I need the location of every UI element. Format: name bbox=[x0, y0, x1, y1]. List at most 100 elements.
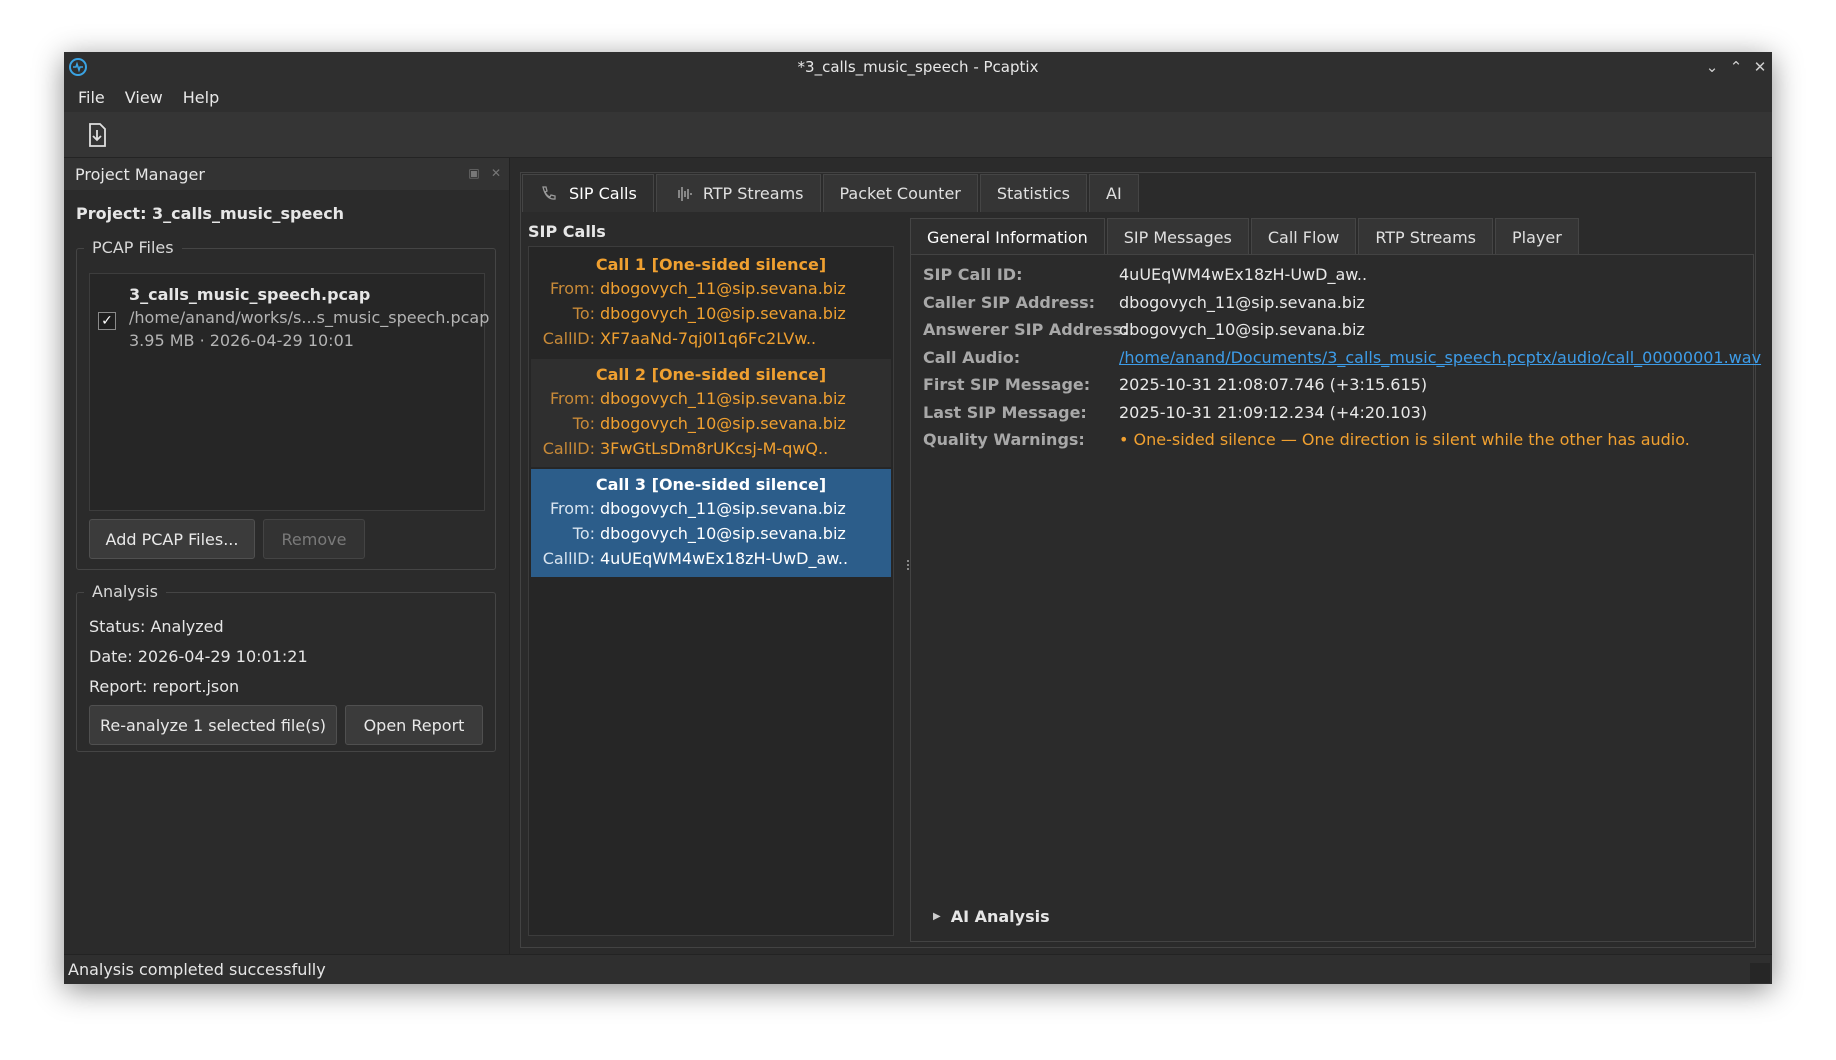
pcap-file-meta: 3.95 MB · 2026-04-29 10:01 bbox=[129, 331, 354, 350]
pcap-file-path: /home/anand/works/s...s_music_speech.pca… bbox=[129, 308, 490, 327]
first-sip-message-label: First SIP Message: bbox=[923, 375, 1091, 394]
menu-bar: File View Help bbox=[64, 82, 1772, 112]
pcap-file-list[interactable]: ✓ 3_calls_music_speech.pcap /home/anand/… bbox=[89, 273, 489, 511]
sip-call-id-value: 4uUEqWM4wEx18zH-UwD_aw.. bbox=[1119, 265, 1368, 284]
waveform-icon bbox=[678, 186, 692, 201]
tab-detail-rtp-streams[interactable]: RTP Streams bbox=[1358, 218, 1494, 256]
close-icon[interactable]: ✕ bbox=[1752, 56, 1768, 78]
call-from-label: From: bbox=[549, 279, 595, 298]
call-to: dbogovych_10@sip.sevana.biz bbox=[600, 524, 846, 543]
call-title: Call 2 [One-sided silence] bbox=[595, 365, 827, 384]
call-id: XF7aaNd-7qj0I1q6Fc2LVw.. bbox=[600, 329, 817, 348]
maximize-icon[interactable]: ⌃ bbox=[1728, 56, 1744, 78]
status-message: Analysis completed successfully bbox=[68, 960, 326, 979]
menu-view[interactable]: View bbox=[125, 88, 163, 107]
quality-warnings-label: Quality Warnings: bbox=[923, 430, 1085, 449]
dock-title: Project Manager bbox=[75, 164, 205, 184]
first-sip-message-value: 2025-10-31 21:08:07.746 (+3:15.615) bbox=[1119, 375, 1428, 394]
resize-grip[interactable] bbox=[1750, 963, 1770, 983]
call-title: Call 1 [One-sided silence] bbox=[595, 255, 827, 274]
call-title: Call 3 [One-sided silence] bbox=[595, 475, 827, 494]
sip-calls-header: SIP Calls bbox=[528, 222, 606, 241]
call-id-label: CallID: bbox=[542, 549, 595, 568]
call-id-label: CallID: bbox=[542, 329, 595, 348]
call-to-label: To: bbox=[572, 414, 595, 433]
menu-file[interactable]: File bbox=[78, 88, 105, 107]
analysis-status: Status: Analyzed bbox=[89, 617, 224, 636]
project-manager-dock: Project Manager ▣ ✕ Project: 3_calls_mus… bbox=[64, 158, 510, 954]
detail-tab-bar: General Information SIP Messages Call Fl… bbox=[910, 218, 1581, 256]
call-audio-link[interactable]: /home/anand/Documents/3_calls_music_spee… bbox=[1119, 348, 1761, 367]
call-from-label: From: bbox=[549, 389, 595, 408]
tab-rtp-streams-label: RTP Streams bbox=[702, 184, 804, 203]
tab-sip-messages[interactable]: SIP Messages bbox=[1106, 218, 1249, 256]
pcap-file-item[interactable]: ✓ 3_calls_music_speech.pcap /home/anand/… bbox=[90, 280, 489, 350]
project-name: Project: 3_calls_music_speech bbox=[76, 204, 345, 223]
call-id-label: CallID: bbox=[542, 439, 595, 458]
last-sip-message-value: 2025-10-31 21:09:12.234 (+4:20.103) bbox=[1119, 403, 1428, 422]
call-id: 4uUEqWM4wEx18zH-UwD_aw.. bbox=[600, 549, 849, 568]
call-list-item-selected[interactable]: Call 3 [One-sided silence] From: dbogovyc… bbox=[531, 469, 891, 577]
tab-player[interactable]: Player bbox=[1495, 218, 1579, 256]
reanalyze-button[interactable]: Re-analyze 1 selected file(s) bbox=[89, 705, 337, 745]
app-window: *3_calls_music_speech - Pcaptix ⌄ ⌃ ✕ Fi… bbox=[64, 52, 1772, 984]
call-from: dbogovych_11@sip.sevana.biz bbox=[600, 279, 846, 298]
export-icon[interactable] bbox=[82, 120, 112, 150]
open-report-button[interactable]: Open Report bbox=[345, 705, 483, 745]
tab-statistics[interactable]: Statistics bbox=[979, 174, 1088, 212]
call-audio-label: Call Audio: bbox=[923, 348, 1021, 367]
add-pcap-button[interactable]: Add PCAP Files... bbox=[89, 519, 255, 559]
call-to: dbogovych_10@sip.sevana.biz bbox=[600, 414, 846, 433]
tab-packet-counter[interactable]: Packet Counter bbox=[822, 174, 978, 212]
float-dock-icon[interactable]: ▣ bbox=[467, 166, 481, 180]
tab-ai[interactable]: AI bbox=[1089, 174, 1139, 212]
answerer-address-value: dbogovych_10@sip.sevana.biz bbox=[1119, 320, 1365, 339]
status-bar: Analysis completed successfully bbox=[64, 954, 1772, 984]
call-list-item[interactable]: Call 2 [One-sided silence] From: dbogovyc… bbox=[531, 359, 891, 467]
tab-sip-calls[interactable]: SIP Calls bbox=[522, 174, 654, 212]
expand-arrow-icon: ▶ bbox=[933, 911, 941, 922]
pcap-file-checkbox[interactable]: ✓ bbox=[98, 312, 116, 330]
tab-general-information[interactable]: General Information bbox=[910, 218, 1105, 256]
call-to-label: To: bbox=[572, 304, 595, 323]
answerer-address-label: Answerer SIP Address: bbox=[923, 320, 1129, 339]
analysis-date: Date: 2026-04-29 10:01:21 bbox=[89, 647, 308, 666]
tab-sip-calls-label: SIP Calls bbox=[569, 184, 637, 203]
toolbar bbox=[64, 112, 1772, 158]
pcap-files-group: PCAP Files ✓ 3_calls_music_speech.pcap /… bbox=[76, 238, 496, 570]
main-area: SIP Calls RTP Streams Packet Counter Sta… bbox=[512, 158, 1772, 954]
sip-call-list[interactable]: Call 1 [One-sided silence] From: dbogovyc… bbox=[528, 246, 894, 936]
remove-button[interactable]: Remove bbox=[263, 519, 365, 559]
window-title: *3_calls_music_speech - Pcaptix bbox=[797, 58, 1039, 76]
menu-help[interactable]: Help bbox=[183, 88, 219, 107]
ai-analysis-label: AI Analysis bbox=[950, 907, 1050, 926]
analysis-report: Report: report.json bbox=[89, 677, 240, 696]
quality-warnings-value: • One-sided silence — One direction is s… bbox=[1119, 430, 1690, 449]
pcap-files-title: PCAP Files bbox=[84, 238, 182, 257]
sip-call-id-label: SIP Call ID: bbox=[923, 265, 1023, 284]
tab-rtp-streams[interactable]: RTP Streams bbox=[655, 174, 821, 212]
analysis-group: Analysis Status: Analyzed Date: 2026-04-… bbox=[76, 582, 496, 752]
dock-title-bar: Project Manager ▣ ✕ bbox=[64, 158, 509, 190]
minimize-icon[interactable]: ⌄ bbox=[1704, 56, 1720, 78]
pcap-file-name: 3_calls_music_speech.pcap bbox=[129, 285, 371, 304]
call-from: dbogovych_11@sip.sevana.biz bbox=[600, 499, 846, 518]
ai-analysis-toggle[interactable]: ▶ AI Analysis bbox=[933, 907, 1050, 926]
close-dock-icon[interactable]: ✕ bbox=[489, 166, 503, 180]
main-tab-bar: SIP Calls RTP Streams Packet Counter Sta… bbox=[522, 174, 1141, 212]
caller-address-value: dbogovych_11@sip.sevana.biz bbox=[1119, 293, 1365, 312]
analysis-title: Analysis bbox=[84, 582, 166, 601]
caller-address-label: Caller SIP Address: bbox=[923, 293, 1096, 312]
general-information-pane: SIP Call ID: 4uUEqWM4wEx18zH-UwD_aw.. Cal… bbox=[910, 254, 1761, 942]
last-sip-message-label: Last SIP Message: bbox=[923, 403, 1087, 422]
call-list-item[interactable]: Call 1 [One-sided silence] From: dbogovyc… bbox=[531, 249, 891, 357]
title-bar: *3_calls_music_speech - Pcaptix ⌄ ⌃ ✕ bbox=[64, 52, 1772, 82]
call-to-label: To: bbox=[572, 524, 595, 543]
app-logo-icon bbox=[69, 58, 87, 76]
call-from: dbogovych_11@sip.sevana.biz bbox=[600, 389, 846, 408]
phone-icon bbox=[542, 185, 556, 200]
call-id: 3FwGtLsDm8rUKcsj-M-qwQ.. bbox=[600, 439, 829, 458]
tab-call-flow[interactable]: Call Flow bbox=[1250, 218, 1357, 256]
call-to: dbogovych_10@sip.sevana.biz bbox=[600, 304, 846, 323]
call-from-label: From: bbox=[549, 499, 595, 518]
